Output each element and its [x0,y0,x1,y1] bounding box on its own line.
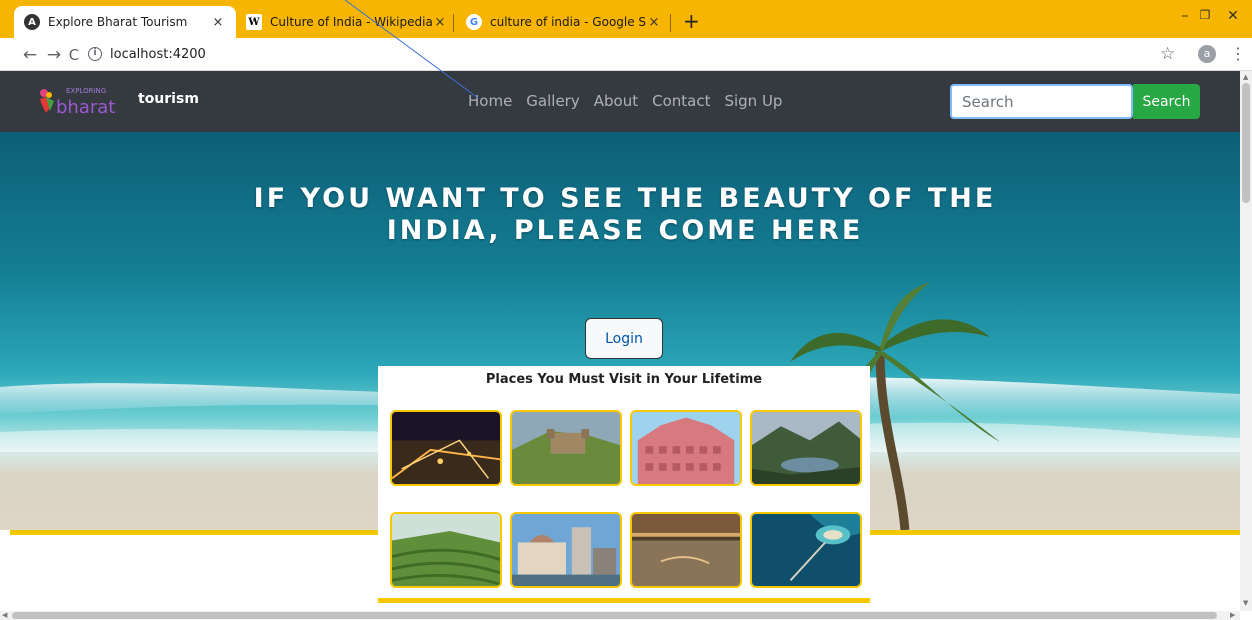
window-close-icon[interactable]: ✕ [1218,8,1248,24]
restore-icon[interactable]: ❐ [1190,8,1220,22]
scroll-right-icon[interactable]: ▶ [1230,611,1235,619]
tea-gardens-image [392,514,500,586]
brand-name[interactable]: tourism [138,91,199,107]
hill-fort-image [512,412,620,484]
login-button[interactable]: Login [585,318,663,359]
tab-wikipedia[interactable]: W Culture of India - Wikipedia × [236,6,458,38]
places-card-underline [378,598,870,603]
city-night-image [392,412,500,484]
horizontal-scrollbar[interactable]: ◀ ▶ [0,611,1240,620]
new-tab-button[interactable]: + [683,11,700,31]
taj-hotel-mumbai-thumbnail[interactable] [510,512,622,588]
url-field[interactable]: localhost:4200 [110,47,206,62]
wikipedia-icon: W [246,14,262,30]
main-menu: Home Gallery About Contact Sign Up [468,92,782,110]
address-bar: ← → C i localhost:4200 ☆ a ⋮ [0,38,1252,71]
nav-sign-up[interactable]: Sign Up [724,92,782,110]
tab-separator [670,14,671,32]
river-reflection-thumbnail[interactable] [630,512,742,588]
tab-explore-bharat[interactable]: A Explore Bharat Tourism × [14,6,236,38]
browser-tab-bar: A Explore Bharat Tourism × W Culture of … [0,0,1252,38]
scroll-up-icon[interactable]: ▲ [1243,73,1248,81]
reload-icon[interactable]: C [64,46,84,64]
places-title: Places You Must Visit in Your Lifetime [485,372,763,387]
angular-icon: A [24,14,40,30]
logo-big-text: bharat [56,97,115,117]
tea-gardens-thumbnail[interactable] [390,512,502,588]
search-button[interactable]: Search [1133,84,1200,119]
mountain-lake-image [752,412,860,484]
logo-small-text: EXPLORING [66,87,106,95]
site-navbar: EXPLORING bharat tourism Home Gallery Ab… [0,71,1240,132]
island-lagoon-image [752,514,860,586]
nav-home[interactable]: Home [468,92,512,110]
logo-figure-icon [40,89,54,113]
mountain-lake-thumbnail[interactable] [750,410,862,486]
tab-title: Explore Bharat Tourism [48,15,188,29]
taj-hotel-image [512,514,620,586]
nav-gallery[interactable]: Gallery [526,92,579,110]
tab-title: culture of india - Google Search [490,15,646,29]
river-reflection-image [632,514,740,586]
close-icon[interactable]: × [646,15,662,30]
google-icon: G [466,14,482,30]
bookmark-star-icon[interactable]: ☆ [1160,44,1175,64]
hawa-mahal-image [632,412,740,484]
vertical-scroll-thumb[interactable] [1242,83,1250,203]
bharat-logo[interactable]: EXPLORING bharat [36,83,130,117]
page-viewport: EXPLORING bharat tourism Home Gallery Ab… [0,71,1240,611]
vertical-scrollbar[interactable]: ▲ ▼ [1240,71,1252,611]
close-icon[interactable]: × [432,15,448,30]
forward-icon[interactable]: → [44,45,64,65]
profile-avatar[interactable]: a [1198,45,1216,63]
scroll-left-icon[interactable]: ◀ [2,611,7,619]
site-info-icon[interactable]: i [88,47,102,61]
browser-menu-icon[interactable]: ⋮ [1230,44,1246,63]
island-lagoon-thumbnail[interactable] [750,512,862,588]
places-card: Places You Must Visit in Your Lifetime [378,366,870,598]
back-icon[interactable]: ← [20,45,40,65]
hawa-mahal-thumbnail[interactable] [630,410,742,486]
horizontal-scroll-thumb[interactable] [12,612,1217,619]
tab-google-search[interactable]: G culture of india - Google Search × [456,6,672,38]
tab-title: Culture of India - Wikipedia [270,15,432,29]
close-icon[interactable]: × [210,15,226,30]
city-night-thumbnail[interactable] [390,410,502,486]
nav-about[interactable]: About [594,92,638,110]
search-input[interactable] [950,84,1133,119]
scroll-down-icon[interactable]: ▼ [1243,599,1248,607]
tab-separator [453,14,454,32]
nav-contact[interactable]: Contact [652,92,710,110]
hero-headline: IF YOU WANT TO SEE THE BEAUTY OF THE IND… [253,183,997,246]
hill-fort-thumbnail[interactable] [510,410,622,486]
